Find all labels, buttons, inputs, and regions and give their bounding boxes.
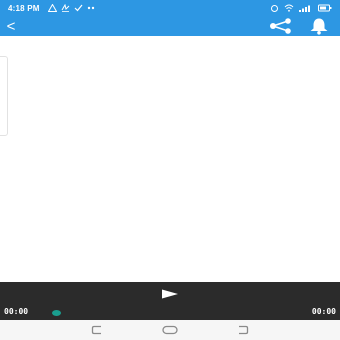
warning-icon [47, 4, 57, 12]
app-bar: < [0, 16, 340, 36]
home-button[interactable] [160, 322, 180, 338]
alarm-icon [271, 5, 278, 12]
notification-icons [47, 4, 97, 12]
status-time: 4:18 PM [8, 3, 40, 13]
nav-back-icon [239, 325, 249, 335]
share-button[interactable] [268, 18, 294, 34]
share-icon [270, 18, 291, 34]
check-icon [74, 4, 83, 12]
signal-icon [299, 5, 310, 12]
media-player: 00:00 00:00 [0, 282, 340, 320]
play-button[interactable] [160, 288, 180, 300]
back-arrow-icon: < [6, 17, 16, 35]
home-icon [162, 325, 178, 335]
status-bar: 4:18 PM [0, 0, 340, 16]
nav-back-button[interactable] [233, 322, 253, 338]
play-icon [162, 289, 178, 299]
bell-icon [310, 18, 328, 35]
wifi-icon [284, 4, 294, 12]
system-navigation-bar [0, 320, 340, 340]
more-icon [87, 6, 94, 10]
content-area [0, 36, 340, 282]
back-button[interactable]: < [0, 16, 22, 36]
system-icons [270, 4, 332, 12]
recents-icon [91, 325, 101, 335]
signature-icon [61, 4, 69, 12]
seek-bar[interactable] [44, 312, 298, 314]
side-card [0, 56, 8, 136]
elapsed-time: 00:00 [4, 307, 29, 316]
total-time: 00:00 [311, 307, 336, 316]
seek-thumb[interactable] [52, 310, 61, 316]
recents-button[interactable] [87, 322, 107, 338]
battery-icon [318, 4, 332, 12]
notifications-button[interactable] [308, 17, 330, 35]
app-bar-actions [268, 17, 340, 35]
